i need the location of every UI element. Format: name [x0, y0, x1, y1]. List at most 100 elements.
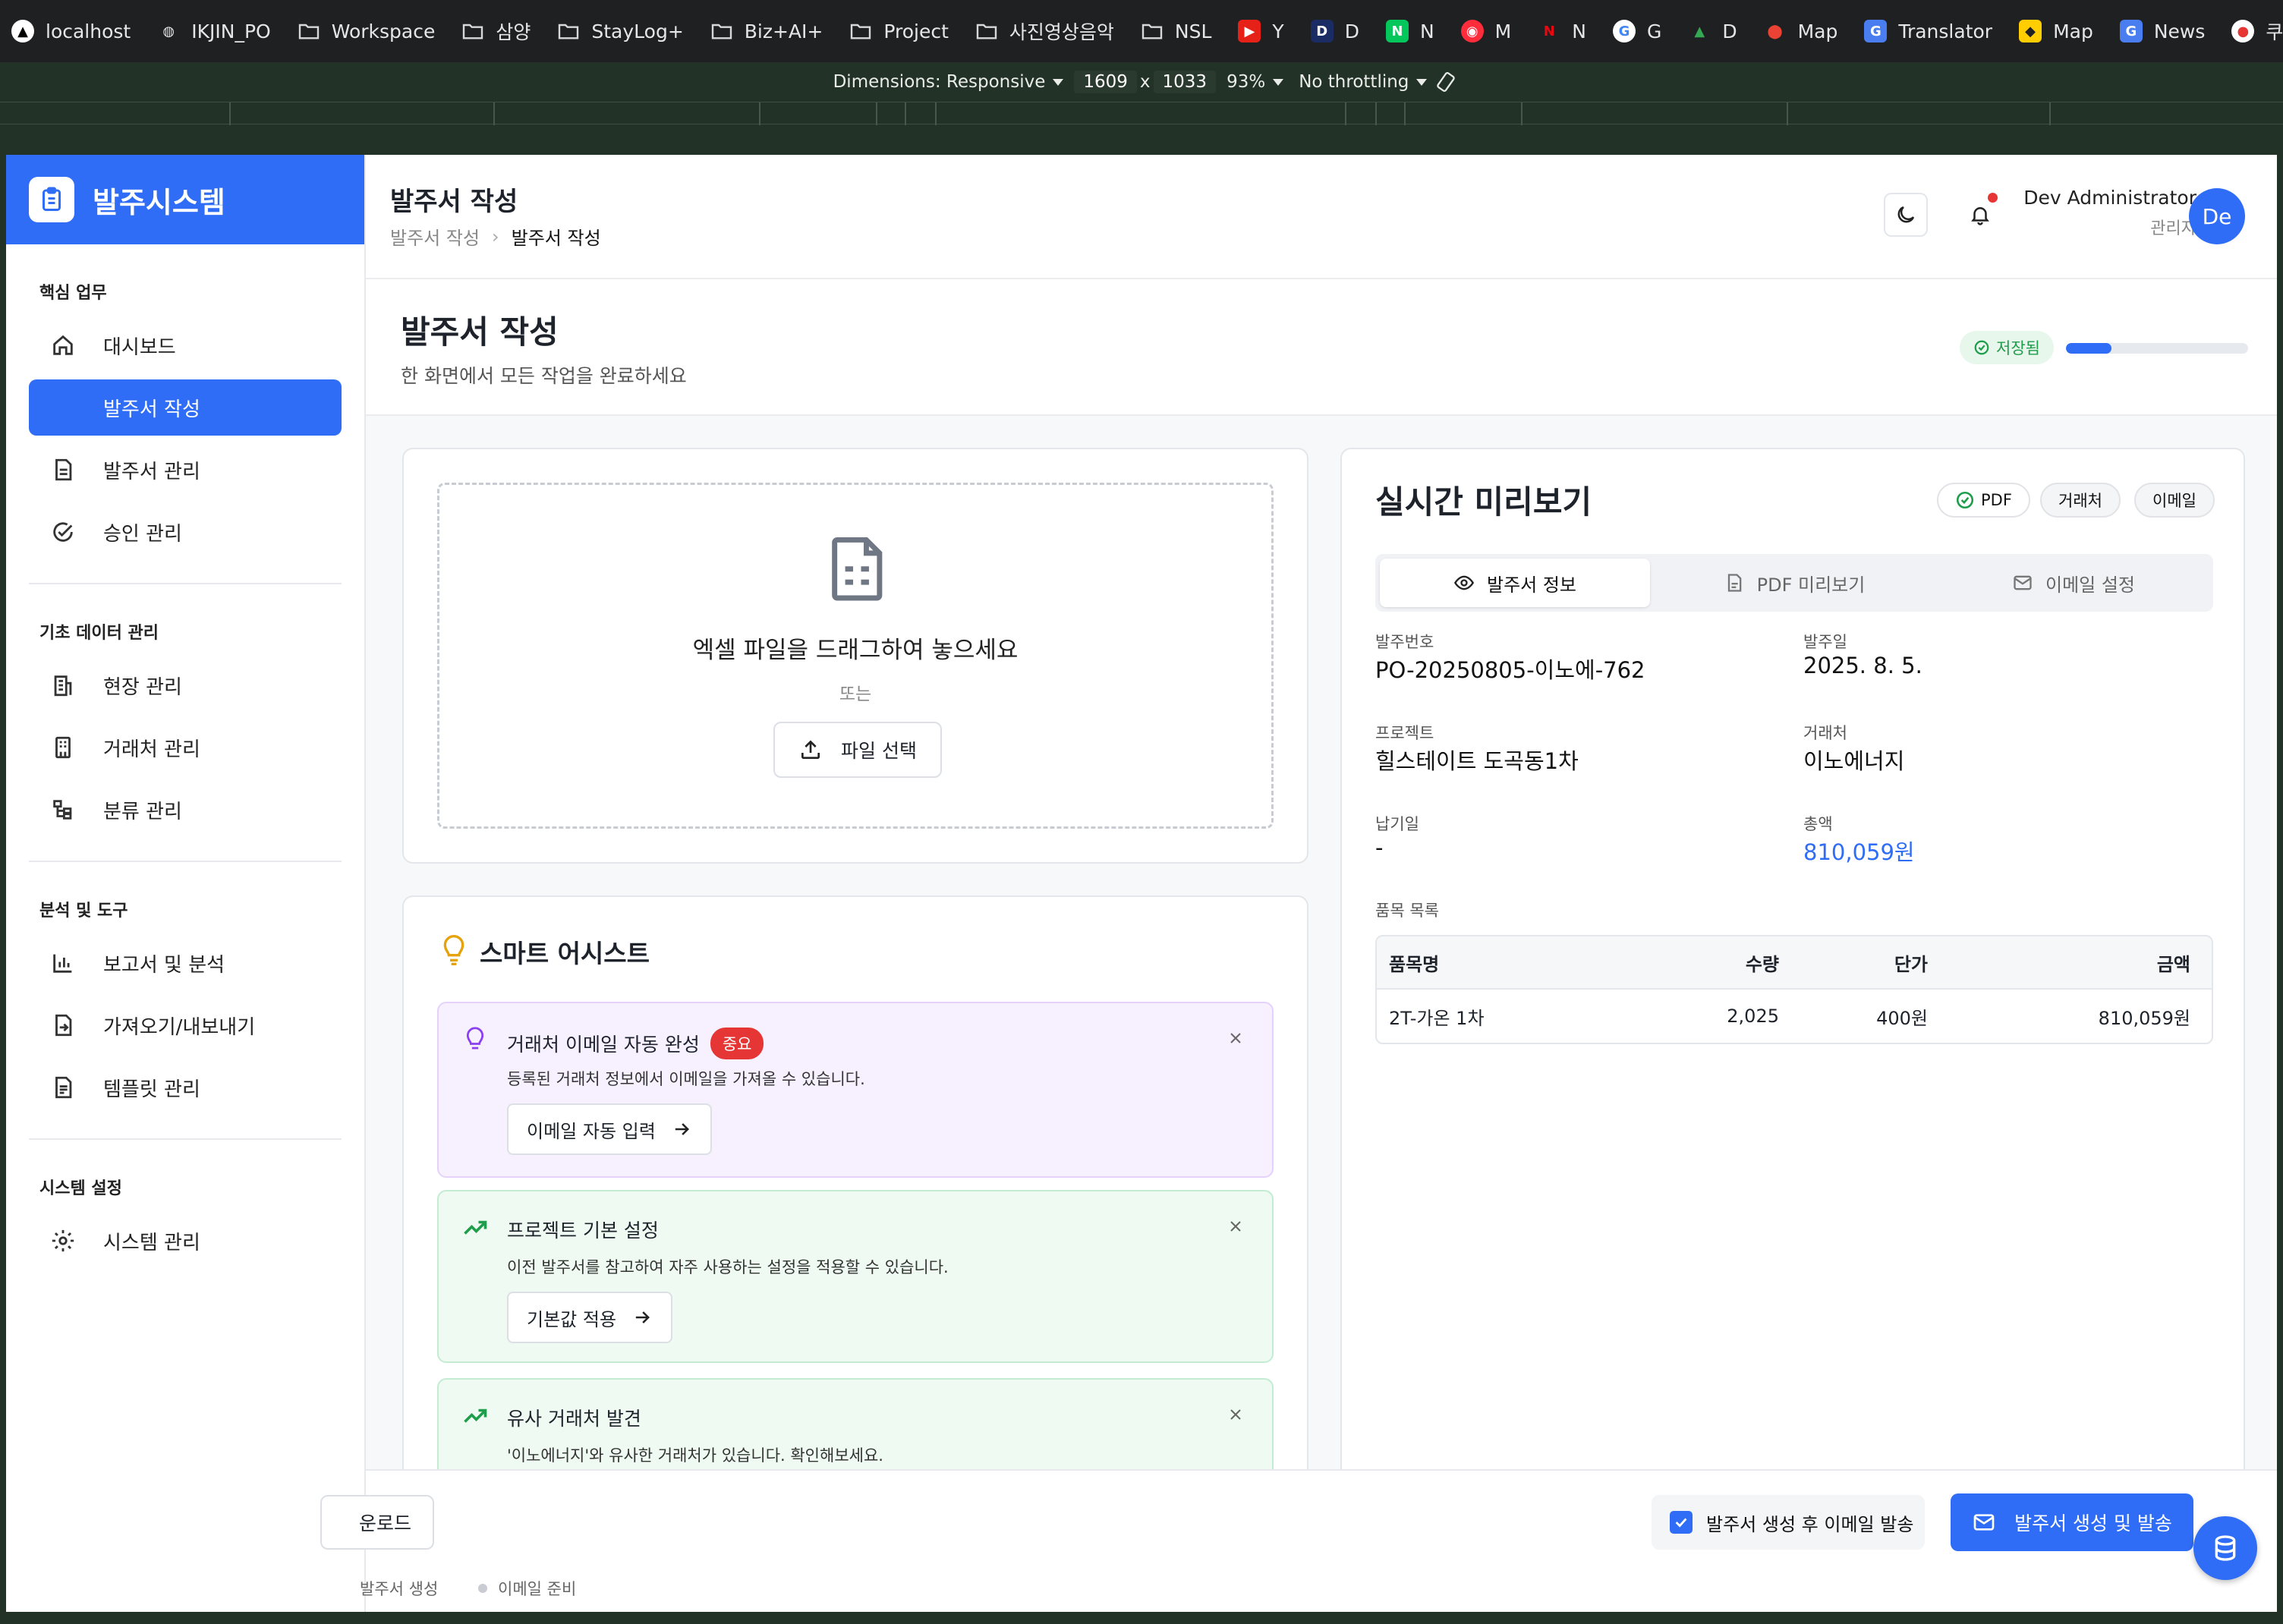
vendor-status-pill[interactable]: 거래처: [2040, 483, 2121, 518]
sidebar-section-title: 분석 및 도구: [39, 902, 128, 921]
email-after-create-checkbox[interactable]: 발주서 생성 후 이메일 발송: [1652, 1495, 1925, 1550]
preview-title: 실시간 미리보기: [1375, 483, 1592, 521]
header-title: 발주서 작성: [390, 187, 518, 217]
bookmark-item[interactable]: ⬤ Map: [1763, 19, 1837, 43]
tab-file[interactable]: PDF 미리보기: [1659, 559, 1929, 607]
bottom-action-bar: 운로드 발주서 생성 이메일 준비 발주서 생성 후 이메일 발송 발주서 생성…: [320, 1469, 2277, 1612]
avatar[interactable]: De: [2189, 188, 2245, 244]
tip-action-button[interactable]: 이메일 자동 입력: [507, 1103, 712, 1155]
bookmark-item[interactable]: 사진영상음악: [975, 17, 1114, 45]
sidebar-item[interactable]: 시스템 관리: [29, 1213, 342, 1269]
table-row: 2T-가온 1차 2,025 400원 810,059원: [1377, 990, 2212, 1043]
width-input[interactable]: 1609: [1074, 71, 1137, 93]
pdf-status-pill[interactable]: PDF: [1937, 483, 2030, 518]
file-icon: [1724, 572, 1745, 593]
bookmark-item[interactable]: ▲ localhost: [11, 19, 131, 43]
sidebar-item[interactable]: 템플릿 관리: [29, 1059, 342, 1116]
sidebar-item[interactable]: 가져오기/내보내기: [29, 997, 342, 1053]
tab-mail[interactable]: 이메일 설정: [1938, 559, 2209, 607]
column-header: 단가: [1894, 953, 1928, 975]
height-input[interactable]: 1033: [1153, 71, 1217, 93]
bookmark-item[interactable]: ◆ Map: [2018, 19, 2093, 43]
database-fab[interactable]: [2193, 1516, 2257, 1580]
user-info[interactable]: Dev Administrator 관리자: [2020, 187, 2196, 239]
moon-icon: [1894, 203, 1917, 226]
bookmark-item[interactable]: DD: [1310, 19, 1359, 43]
throttling-select[interactable]: No throttling: [1299, 72, 1428, 92]
rotate-icon[interactable]: [1434, 71, 1457, 93]
tip-title: 프로젝트 기본 설정: [507, 1220, 659, 1242]
check-circle-icon: [50, 519, 76, 545]
arrow-right-icon: [631, 1307, 653, 1328]
sidebar-item[interactable]: 거래처 관리: [29, 719, 342, 776]
bookmark-item[interactable]: Project: [849, 19, 949, 43]
netflix-icon: N: [1537, 19, 1561, 43]
sidebar-item[interactable]: 대시보드: [29, 317, 342, 373]
close-icon[interactable]: [1227, 1217, 1245, 1235]
devtools-ruler: [0, 102, 2283, 125]
field-value: 이노에너지: [1803, 748, 1905, 774]
coupang-icon: ●: [2231, 19, 2255, 43]
bookmark-item[interactable]: Biz+AI+: [710, 19, 823, 43]
bookmark-item[interactable]: G News: [2119, 19, 2205, 43]
notifications-button[interactable]: [1958, 193, 2002, 237]
lightbulb-icon: [439, 933, 469, 967]
field-label: 거래처: [1803, 724, 1847, 742]
bookmark-item[interactable]: ▶ Y: [1237, 19, 1284, 43]
sidebar-item[interactable]: 발주서 관리: [29, 442, 342, 498]
sidebar-item[interactable]: 현장 관리: [29, 657, 342, 713]
folder-icon: [461, 19, 485, 43]
zoom-select[interactable]: 93%: [1227, 72, 1284, 92]
file-select-button[interactable]: 파일 선택: [773, 722, 942, 778]
checkbox-checked[interactable]: [1670, 1511, 1693, 1534]
bookmark-item[interactable]: GG: [1612, 19, 1661, 43]
create-and-send-button[interactable]: 발주서 생성 및 발송: [1951, 1493, 2193, 1551]
sidebar-section-title: 핵심 업무: [39, 284, 107, 303]
bookmark-item[interactable]: Workspace: [297, 19, 435, 43]
download-button[interactable]: 운로드: [320, 1495, 434, 1550]
news-icon: G: [2119, 19, 2143, 43]
tab-eye[interactable]: 발주서 정보: [1380, 559, 1650, 607]
field-value: 힐스테이트 도곡동1차: [1375, 748, 1579, 774]
items-table: 품목명 수량 단가 금액 2T-가온 1차 2,025 400원 810,059원: [1375, 935, 2213, 1044]
sidebar-item[interactable]: 발주서 작성: [29, 379, 342, 436]
bookmark-item[interactable]: ◍ IKJIN_PO: [156, 19, 270, 43]
close-icon[interactable]: [1227, 1029, 1245, 1047]
assist-title: 스마트 어시스트: [480, 939, 650, 968]
brand[interactable]: 발주시스템: [6, 155, 364, 244]
bookmark-item[interactable]: ◉ M: [1460, 19, 1511, 43]
theme-toggle-button[interactable]: [1884, 193, 1928, 237]
page-heading: 발주서 작성 한 화면에서 모든 작업을 완료하세요 저장됨: [366, 279, 2277, 416]
sidebar-divider: [29, 861, 342, 862]
field-label: 프로젝트: [1375, 724, 1434, 742]
sidebar-item[interactable]: 분류 관리: [29, 782, 342, 838]
dimensions-select[interactable]: Dimensions: Responsive: [833, 72, 1064, 92]
bookmark-item[interactable]: ●쿠팡: [2231, 17, 2283, 45]
bookmark-item[interactable]: NSL: [1140, 19, 1211, 43]
bookmark-item[interactable]: NN: [1537, 19, 1586, 43]
page-subtitle: 한 화면에서 모든 작업을 완료하세요: [401, 365, 687, 387]
sidebar-item[interactable]: 보고서 및 분석: [29, 935, 342, 991]
field-value: 2025. 8. 5.: [1803, 653, 1922, 678]
email-status-pill[interactable]: 이메일: [2134, 483, 2215, 518]
sidebar-item-label: 대시보드: [103, 335, 176, 359]
tip-action-button[interactable]: 기본값 적용: [507, 1292, 673, 1343]
bookmarks-bar: ▲ localhost ◍ IKJIN_PO Workspace 삼양 StayLog+ Bi…: [0, 0, 2283, 62]
file-drop-zone[interactable]: 엑셀 파일을 드래그하여 놓으세요 또는 파일 선택: [437, 483, 1274, 829]
breadcrumb-item[interactable]: 발주서 작성: [390, 223, 480, 250]
sidebar-item[interactable]: 승인 관리: [29, 504, 342, 560]
bookmark-item[interactable]: 삼양: [461, 17, 531, 45]
sidebar-nav: 핵심 업무 대시보드 발주서 작성 발주서 관리 승인 관리 기초 데이터 관리 현장 관리…: [6, 279, 364, 1269]
field-value: PO-20250805-이노에-762: [1375, 657, 1645, 683]
spreadsheet-file-icon: [827, 532, 890, 603]
sidebar-item-label: 거래처 관리: [103, 738, 200, 761]
database-icon: [2210, 1533, 2240, 1563]
check-circle-icon: [1973, 339, 1990, 356]
bookmark-item[interactable]: NN: [1385, 19, 1434, 43]
bookmark-item[interactable]: ▲ D: [1687, 19, 1737, 43]
close-icon[interactable]: [1227, 1405, 1245, 1424]
sidebar-divider: [29, 1138, 342, 1140]
or-text: 또는: [839, 685, 872, 704]
bookmark-item[interactable]: StayLog+: [556, 19, 684, 43]
bookmark-item[interactable]: G Translator: [1863, 19, 1992, 43]
